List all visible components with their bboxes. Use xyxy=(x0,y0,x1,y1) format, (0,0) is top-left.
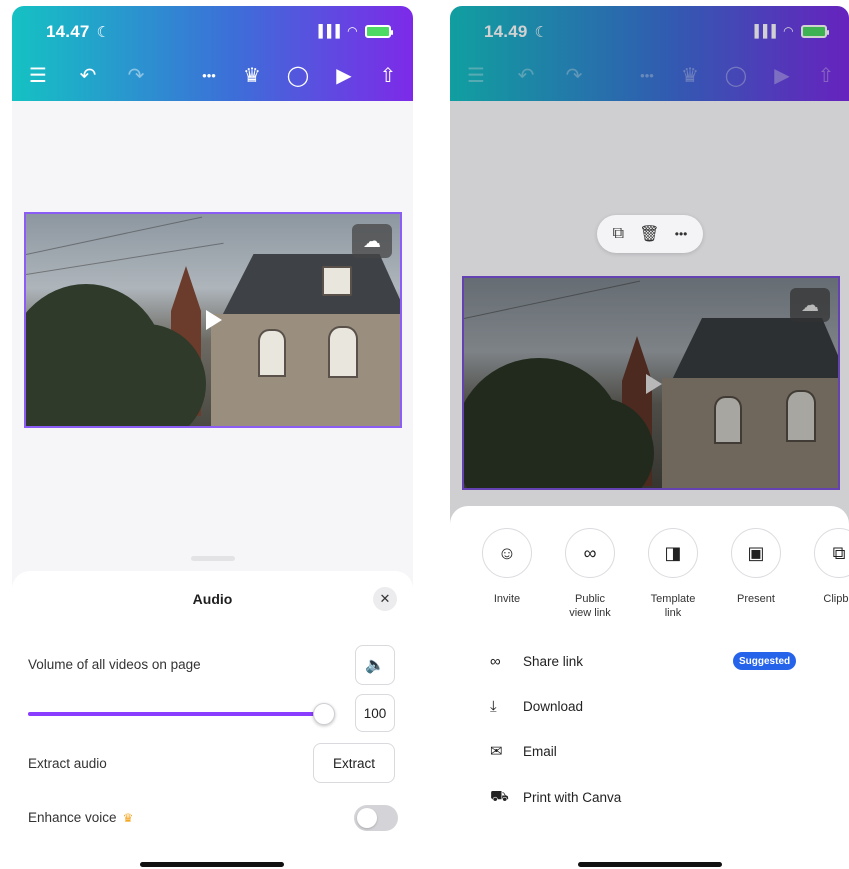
cloud-upload-icon[interactable]: ☁ xyxy=(790,288,830,322)
moon-icon: ☾ xyxy=(96,24,111,41)
email-icon: ✉ xyxy=(490,743,503,760)
more-icon: ••• xyxy=(640,67,654,83)
comment-icon: ◯ xyxy=(724,64,748,87)
undo-icon: ↶ xyxy=(517,64,535,87)
email-label: Email xyxy=(523,743,557,759)
video-thumbnail xyxy=(26,214,400,426)
volume-value-field[interactable]: 100 xyxy=(355,694,395,732)
download-row[interactable]: ⤓ Download xyxy=(490,694,584,718)
moon-icon: ☾ xyxy=(534,24,549,41)
left-phone-screen: 14.47 ☾ ▐▐▐ ◠ ☰ ↶ ↷ ••• ♛ ◯ ▶ ⇧ ☁ Audio … xyxy=(12,6,413,869)
link-icon: ∞ xyxy=(565,528,615,578)
home-indicator xyxy=(578,862,722,867)
download-label: Download xyxy=(523,698,584,714)
audio-panel-title: Audio xyxy=(192,591,233,607)
link-icon: ∞ xyxy=(490,652,501,670)
share-option-label: Template link xyxy=(650,593,696,619)
status-icons: ▐▐▐ ◠ xyxy=(314,24,393,38)
share-option-label: Public view link xyxy=(569,593,611,619)
right-phone-screen: 14.49 ☾ ▐▐▐ ◠ ☰ ↶ ↷ ••• ♛ ◯ ▶ ⇧ ⧉ 🗑 ••• xyxy=(450,6,849,869)
share-icon[interactable]: ⇧ xyxy=(374,60,402,90)
enhance-voice-label: Enhance voice ♛ xyxy=(28,810,134,825)
status-time: 14.49 ☾ xyxy=(484,22,549,41)
element-action-bar: ⧉ 🗑 ••• xyxy=(597,215,703,253)
video-thumbnail xyxy=(464,278,838,488)
editor-toolbar: ☰ ↶ ↷ ••• ♛ ◯ ▶ ⇧ xyxy=(450,60,849,90)
status-time: 14.47 ☾ xyxy=(46,22,111,41)
volume-slider-fill xyxy=(28,712,324,716)
close-icon[interactable]: ✕ xyxy=(373,587,397,611)
redo-icon[interactable]: ↷ xyxy=(122,60,150,90)
share-sheet: ☺ Invite ∞ Public view link ◨ Template l… xyxy=(450,506,849,869)
extract-audio-label: Extract audio xyxy=(28,756,107,771)
play-icon: ▶ xyxy=(774,64,790,87)
video-element[interactable]: ☁ xyxy=(462,276,840,490)
invite-icon: ☺ xyxy=(482,528,532,578)
share-link-label: Share link xyxy=(523,653,584,669)
share-option-label: Clipbo xyxy=(823,593,849,605)
signal-icon: ▐▐▐ xyxy=(314,24,340,38)
trash-icon[interactable]: 🗑 xyxy=(639,224,659,244)
home-indicator xyxy=(140,862,284,867)
battery-icon xyxy=(801,24,829,38)
share-option-label: Invite xyxy=(493,593,521,605)
volume-slider-track[interactable] xyxy=(28,712,324,716)
more-icon[interactable]: ••• xyxy=(675,227,688,241)
volume-slider-thumb[interactable] xyxy=(313,703,335,725)
volume-label: Volume of all videos on page xyxy=(28,657,201,672)
share-option-label: Present xyxy=(737,593,775,605)
share-option-present[interactable]: ▣ Present xyxy=(719,528,793,606)
editor-toolbar: ☰ ↶ ↷ ••• ♛ ◯ ▶ ⇧ xyxy=(12,60,413,90)
suggested-badge: Suggested xyxy=(733,652,797,670)
editor-header: 14.47 ☾ ▐▐▐ ◠ ☰ ↶ ↷ ••• ♛ ◯ ▶ ⇧ xyxy=(12,6,413,101)
share-option-invite[interactable]: ☺ Invite xyxy=(470,528,544,606)
signal-icon: ▐▐▐ xyxy=(750,24,776,38)
undo-icon[interactable]: ↶ xyxy=(74,60,102,90)
print-with-canva-label: Print with Canva xyxy=(523,789,622,805)
share-option-clipboard[interactable]: ⧉ Clipbo xyxy=(802,528,849,606)
share-icon: ⇧ xyxy=(817,64,835,87)
more-icon[interactable]: ••• xyxy=(195,60,223,90)
video-element[interactable]: ☁ xyxy=(24,212,402,428)
video-play-icon[interactable] xyxy=(646,374,662,394)
cloud-upload-icon[interactable]: ☁ xyxy=(352,224,392,258)
menu-icon: ☰ xyxy=(467,64,485,87)
share-option-public-view-link[interactable]: ∞ Public view link xyxy=(553,528,627,620)
email-row[interactable]: ✉ Email xyxy=(490,739,557,763)
battery-icon xyxy=(365,24,393,38)
download-icon: ⤓ xyxy=(490,697,497,715)
speaker-icon[interactable]: 🔈 xyxy=(355,645,395,685)
pro-crown-icon: ♛ xyxy=(122,811,134,825)
menu-icon[interactable]: ☰ xyxy=(24,60,52,90)
template-icon: ◨ xyxy=(648,528,698,578)
wifi-icon: ◠ xyxy=(783,24,793,38)
play-icon[interactable]: ▶ xyxy=(330,60,358,90)
crown-icon[interactable]: ♛ xyxy=(238,60,266,90)
extract-button[interactable]: Extract xyxy=(313,743,395,783)
present-icon: ▣ xyxy=(731,528,781,578)
status-icons: ▐▐▐ ◠ xyxy=(750,24,829,38)
print-with-canva-row[interactable]: ⛟ Print with Canva xyxy=(490,785,622,809)
share-options: ☺ Invite ∞ Public view link ◨ Template l… xyxy=(450,528,849,628)
editor-header: 14.49 ☾ ▐▐▐ ◠ ☰ ↶ ↷ ••• ♛ ◯ ▶ ⇧ xyxy=(450,6,849,101)
wifi-icon: ◠ xyxy=(347,24,357,38)
truck-icon: ⛟ xyxy=(490,787,509,805)
clipboard-icon: ⧉ xyxy=(814,528,849,578)
redo-icon: ↷ xyxy=(565,64,583,87)
crown-icon: ♛ xyxy=(681,64,699,87)
sheet-drag-handle[interactable] xyxy=(191,556,235,561)
share-option-template-link[interactable]: ◨ Template link xyxy=(636,528,710,620)
comment-icon[interactable]: ◯ xyxy=(284,60,312,90)
share-link-row[interactable]: ∞ Share link xyxy=(490,649,584,673)
audio-panel: Audio ✕ Volume of all videos on page 🔈 1… xyxy=(12,571,413,869)
video-play-icon[interactable] xyxy=(206,310,222,330)
enhance-voice-toggle[interactable] xyxy=(354,805,398,831)
duplicate-icon[interactable]: ⧉ xyxy=(613,225,624,243)
